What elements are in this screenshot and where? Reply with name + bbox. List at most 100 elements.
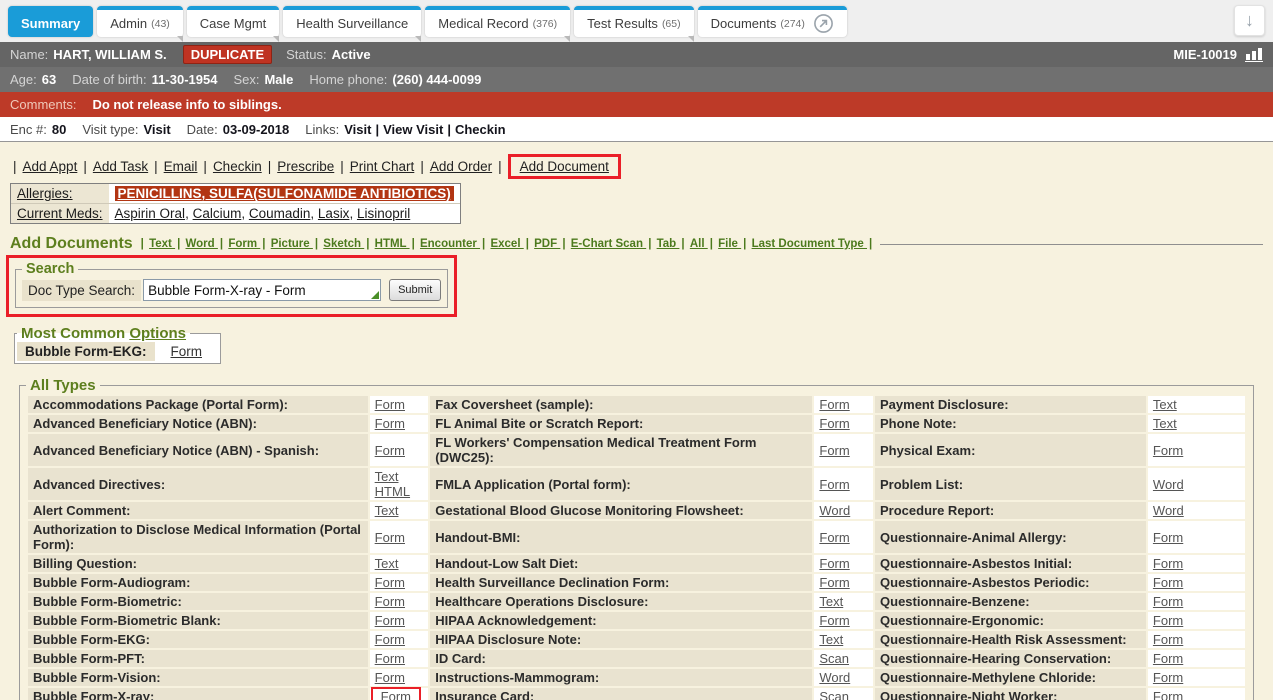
chart-stats-icon[interactable] (1245, 47, 1263, 62)
allergies-link[interactable]: Allergies: (17, 186, 73, 201)
doc-create-link-text[interactable]: Text (149, 238, 175, 250)
doc-create-link-excel[interactable]: Excel (490, 238, 523, 250)
action-link-prescribe[interactable]: Prescribe (277, 159, 334, 174)
doc-link-instructions-mammogram-word[interactable]: Word (819, 670, 850, 685)
doc-create-link-pdf[interactable]: PDF (534, 238, 560, 250)
doc-create-link-last-document-type[interactable]: Last Document Type (752, 238, 867, 250)
doc-link-accommodations-package-portal-form-form[interactable]: Form (375, 397, 405, 412)
doc-link-authorization-to-disclose-medical-information-portal-form-form[interactable]: Form (375, 530, 405, 545)
med-link-lasix[interactable]: Lasix (318, 206, 350, 221)
doc-link-questionnaire-asbestos-initial-form[interactable]: Form (1153, 556, 1183, 571)
doc-link-healthcare-operations-disclosure-text[interactable]: Text (819, 594, 843, 609)
doc-link-procedure-report-word[interactable]: Word (1153, 503, 1184, 518)
doc-type-label: FL Workers' Compensation Medical Treatme… (430, 434, 812, 466)
doc-link-questionnaire-health-risk-assessment-form[interactable]: Form (1153, 632, 1183, 647)
doc-create-link-tab[interactable]: Tab (657, 238, 680, 250)
doc-link-physical-exam-form[interactable]: Form (1153, 443, 1183, 458)
doc-link-advanced-beneficiary-notice-abn-spanish-form[interactable]: Form (375, 443, 405, 458)
doc-link-advanced-directives-html[interactable]: HTML (375, 484, 410, 499)
doc-link-questionnaire-asbestos-periodic-form[interactable]: Form (1153, 575, 1183, 590)
doc-create-link-all[interactable]: All (690, 238, 708, 250)
doc-link-handout-bmi-form[interactable]: Form (819, 530, 849, 545)
doc-link-phone-note-text[interactable]: Text (1153, 416, 1177, 431)
doc-type-label: Questionnaire-Asbestos Periodic: (875, 574, 1146, 591)
doc-link-bubble-form-ekg-form[interactable]: Form (375, 632, 405, 647)
doc-link-insurance-card-scan[interactable]: Scan (819, 689, 849, 700)
tab-case-mgmt[interactable]: Case Mgmt (187, 6, 279, 37)
doc-link-advanced-directives-text[interactable]: Text (375, 469, 399, 484)
doc-link-fl-workers-compensation-medical-treatment-form-dwc25-form[interactable]: Form (819, 443, 849, 458)
med-link-calcium[interactable]: Calcium (193, 206, 242, 221)
doc-type-separator: | (482, 238, 488, 250)
tab-label: Test Results (587, 16, 658, 31)
med-link-lisinopril[interactable]: Lisinopril (357, 206, 410, 221)
doc-create-link-sketch[interactable]: Sketch (323, 238, 364, 250)
doc-link-health-surveillance-declination-form-form[interactable]: Form (819, 575, 849, 590)
doc-link-bubble-form-x-ray-form[interactable]: Form (381, 689, 411, 700)
doc-link-problem-list-word[interactable]: Word (1153, 477, 1184, 492)
doc-type-links: Form (1148, 574, 1245, 591)
doc-link-questionnaire-benzene-form[interactable]: Form (1153, 594, 1183, 609)
action-link-add-appt[interactable]: Add Appt (23, 159, 78, 174)
doc-link-questionnaire-night-worker-form[interactable]: Form (1153, 689, 1183, 700)
doc-create-link-file[interactable]: File (718, 238, 741, 250)
doc-type-links: Form (370, 434, 429, 466)
doc-link-bubble-form-audiogram-form[interactable]: Form (375, 575, 405, 590)
doc-link-id-card-scan[interactable]: Scan (819, 651, 849, 666)
tab-documents[interactable]: Documents(274) (698, 6, 847, 37)
enc-link-view-visit[interactable]: View Visit (383, 122, 443, 137)
doc-create-link-form[interactable]: Form (228, 238, 260, 250)
download-button[interactable]: ↓ (1234, 5, 1265, 36)
doc-link-bubble-form-biometric-form[interactable]: Form (375, 594, 405, 609)
doc-create-link-encounter[interactable]: Encounter (420, 238, 480, 250)
doc-type-search-input[interactable] (143, 279, 381, 301)
doc-link-fax-coversheet-sample-form[interactable]: Form (819, 397, 849, 412)
action-link-add-document[interactable]: Add Document (520, 159, 609, 174)
enc-link-checkin[interactable]: Checkin (455, 122, 506, 137)
tab-medical-record[interactable]: Medical Record(376) (425, 6, 570, 37)
doc-type-label: Questionnaire-Asbestos Initial: (875, 555, 1146, 572)
doc-link-alert-comment-text[interactable]: Text (375, 503, 399, 518)
doc-link-bubble-form-vision-form[interactable]: Form (375, 670, 405, 685)
action-link-email[interactable]: Email (164, 159, 198, 174)
med-link-coumadin[interactable]: Coumadin (249, 206, 311, 221)
enc-link-visit[interactable]: Visit (344, 122, 371, 137)
action-link-print-chart[interactable]: Print Chart (350, 159, 415, 174)
allergy-value[interactable]: PENICILLINS, SULFA(SULFONAMIDE ANTIBIOTI… (115, 186, 454, 201)
current-meds-link[interactable]: Current Meds: (17, 206, 103, 221)
doc-link-advanced-beneficiary-notice-abn-form[interactable]: Form (375, 416, 405, 431)
doc-create-link-word[interactable]: Word (186, 238, 218, 250)
doc-link-fmla-application-portal-form-form[interactable]: Form (819, 477, 849, 492)
doc-link-gestational-blood-glucose-monitoring-flowsheet-word[interactable]: Word (819, 503, 850, 518)
doc-link-questionnaire-animal-allergy-form[interactable]: Form (1153, 530, 1183, 545)
doc-create-link-picture[interactable]: Picture (271, 238, 313, 250)
submit-button[interactable]: Submit (389, 279, 441, 301)
doc-link-payment-disclosure-text[interactable]: Text (1153, 397, 1177, 412)
tab-health-surveillance[interactable]: Health Surveillance (283, 6, 421, 37)
doc-link-hipaa-acknowledgement-form[interactable]: Form (819, 613, 849, 628)
doc-link-fl-animal-bite-or-scratch-report-form[interactable]: Form (819, 416, 849, 431)
doc-link-bubble-form-pft-form[interactable]: Form (375, 651, 405, 666)
doc-type-links: Form (1148, 650, 1245, 667)
doc-create-link-html[interactable]: HTML (375, 238, 410, 250)
med-link-aspirin-oral[interactable]: Aspirin Oral (115, 206, 186, 221)
tab-admin[interactable]: Admin(43) (97, 6, 183, 37)
tab-test-results[interactable]: Test Results(65) (574, 6, 694, 37)
tab-summary[interactable]: Summary (8, 6, 93, 37)
action-link-add-order[interactable]: Add Order (430, 159, 492, 174)
doc-link-questionnaire-hearing-conservation-form[interactable]: Form (1153, 651, 1183, 666)
action-link-checkin[interactable]: Checkin (213, 159, 262, 174)
doc-link-questionnaire-ergonomic-form[interactable]: Form (1153, 613, 1183, 628)
action-link-add-task[interactable]: Add Task (93, 159, 148, 174)
doc-type-links: Form (370, 396, 429, 413)
options-link[interactable]: Options (129, 325, 186, 342)
popout-circle-arrow-icon[interactable] (813, 13, 834, 34)
doc-create-link-e-chart-scan[interactable]: E-Chart Scan (571, 238, 646, 250)
doc-link-questionnaire-methylene-chloride-form[interactable]: Form (1153, 670, 1183, 685)
doc-link-bubble-form-biometric-blank-form[interactable]: Form (375, 613, 405, 628)
doc-link-handout-low-salt-diet-form[interactable]: Form (819, 556, 849, 571)
most-common-form-link[interactable]: Form (171, 344, 203, 359)
doc-type-links: Form (370, 593, 429, 610)
doc-link-billing-question-text[interactable]: Text (375, 556, 399, 571)
doc-link-hipaa-disclosure-note-text[interactable]: Text (819, 632, 843, 647)
